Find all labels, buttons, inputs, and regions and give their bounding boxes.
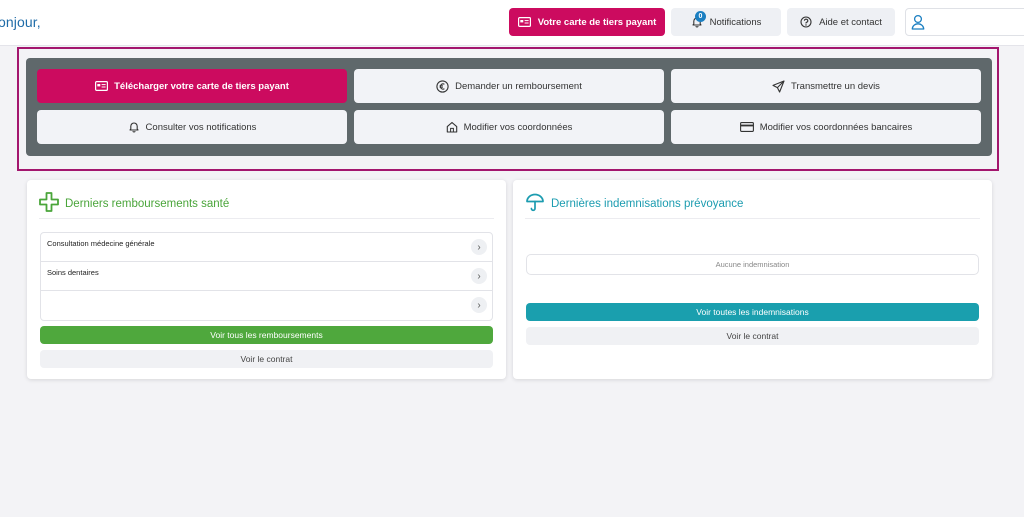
empty-indemnities-message: Aucune indemnisation <box>526 254 979 275</box>
divider <box>39 218 494 219</box>
list-item[interactable]: Consultation médecine générale › <box>41 233 492 262</box>
view-notifications-label: Consulter vos notifications <box>145 121 257 133</box>
tiers-payant-card-label: Votre carte de tiers payant <box>537 16 657 28</box>
chevron-right-icon[interactable]: › <box>471 297 487 313</box>
umbrella-icon <box>525 192 545 217</box>
view-notifications-button[interactable]: Consulter vos notifications <box>37 110 347 144</box>
view-contract-button[interactable]: Voir le contrat <box>526 327 979 345</box>
bell-icon <box>128 121 140 133</box>
send-quote-button[interactable]: Transmettre un devis <box>671 69 981 103</box>
chevron-right-icon[interactable]: › <box>471 239 487 255</box>
divider <box>525 218 980 219</box>
send-quote-label: Transmettre un devis <box>791 80 880 92</box>
top-bar: onjour, Votre carte de tiers payant 0 No… <box>0 0 1024 46</box>
view-all-indemnities-button[interactable]: Voir toutes les indemnisations <box>526 303 979 321</box>
request-reimbursement-button[interactable]: Demander un remboursement <box>354 69 664 103</box>
chevron-right-icon[interactable]: › <box>471 268 487 284</box>
edit-bank-details-button[interactable]: Modifier vos coordonnées bancaires <box>671 110 981 144</box>
user-account-button[interactable] <box>905 8 1024 36</box>
reimbursement-list: Consultation médecine générale › Soins d… <box>40 232 493 321</box>
list-item-label: Soins dentaires <box>47 268 99 277</box>
download-card-label: Télécharger votre carte de tiers payant <box>114 80 289 92</box>
provident-card-title: Dernières indemnisations prévoyance <box>551 198 744 210</box>
card-icon <box>95 81 109 91</box>
quick-actions-panel: Télécharger votre carte de tiers payant … <box>26 58 992 156</box>
question-icon <box>800 16 812 28</box>
help-contact-label: Aide et contact <box>819 16 882 28</box>
send-icon <box>772 79 785 93</box>
view-all-reimbursements-button[interactable]: Voir tous les remboursements <box>40 326 493 344</box>
credit-card-icon <box>739 122 754 132</box>
list-item-label: Consultation médecine générale <box>47 239 155 248</box>
help-contact-button[interactable]: Aide et contact <box>787 8 895 36</box>
tiers-payant-card-button[interactable]: Votre carte de tiers payant <box>509 8 665 36</box>
view-contract-button[interactable]: Voir le contrat <box>40 350 493 368</box>
download-card-button[interactable]: Télécharger votre carte de tiers payant <box>37 69 347 103</box>
user-icon <box>911 14 925 30</box>
plus-icon <box>39 192 59 217</box>
list-item[interactable]: Soins dentaires › <box>41 262 492 291</box>
home-icon <box>446 121 458 133</box>
euro-icon <box>436 79 449 93</box>
request-reimbursement-label: Demander un remboursement <box>455 80 582 92</box>
notifications-button[interactable]: 0 Notifications <box>671 8 781 36</box>
edit-contact-details-button[interactable]: Modifier vos coordonnées <box>354 110 664 144</box>
list-item[interactable]: › <box>41 291 492 320</box>
health-reimbursements-card: Derniers remboursements santé Consultati… <box>27 180 506 379</box>
notification-count-badge: 0 <box>695 11 706 22</box>
provident-indemnities-card: Dernières indemnisations prévoyance Aucu… <box>513 180 992 379</box>
health-card-title: Derniers remboursements santé <box>65 198 230 210</box>
greeting: onjour, <box>0 14 41 30</box>
notifications-label: Notifications <box>709 16 762 28</box>
edit-bank-details-label: Modifier vos coordonnées bancaires <box>759 121 913 133</box>
edit-contact-details-label: Modifier vos coordonnées <box>463 121 573 133</box>
card-icon <box>517 17 531 27</box>
